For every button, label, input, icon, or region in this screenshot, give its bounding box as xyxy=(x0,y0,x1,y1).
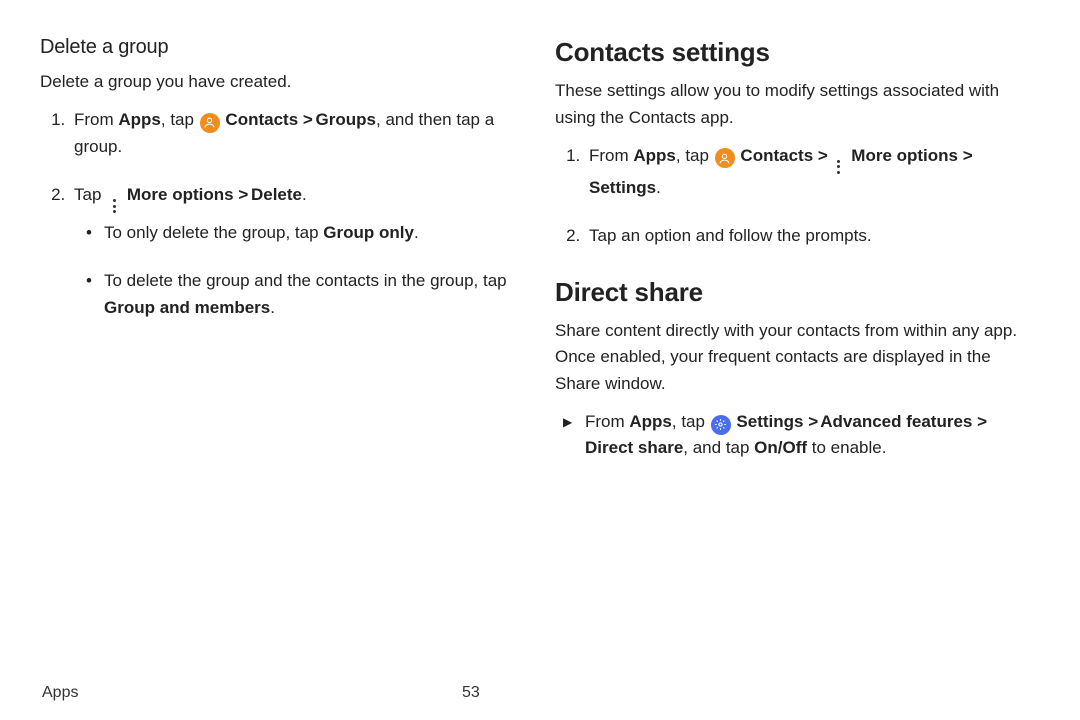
step-item: From Apps, tap Contacts > Groups, and th… xyxy=(70,107,515,160)
delete-group-heading: Delete a group xyxy=(40,32,515,63)
step-item: Tap More options > Delete. To only delet… xyxy=(70,182,515,321)
list-item: To delete the group and the contacts in … xyxy=(86,268,515,321)
contacts-settings-heading: Contacts settings xyxy=(555,32,1030,72)
contacts-icon xyxy=(715,148,735,168)
footer-page: 53 xyxy=(462,684,480,702)
settings-icon xyxy=(711,415,731,435)
delete-group-steps: From Apps, tap Contacts > Groups, and th… xyxy=(40,107,515,321)
direct-share-steps: From Apps, tap Settings > Advanced featu… xyxy=(555,409,1030,462)
more-options-icon xyxy=(108,198,120,214)
more-options-icon xyxy=(833,159,845,175)
right-column: Contacts settings These settings allow y… xyxy=(545,32,1040,702)
step-item: Tap an option and follow the prompts. xyxy=(585,223,1030,249)
delete-group-intro: Delete a group you have created. xyxy=(40,69,515,95)
direct-share-intro: Share content directly with your contact… xyxy=(555,318,1030,397)
footer-section: Apps xyxy=(42,684,462,702)
list-item: To only delete the group, tap Group only… xyxy=(86,220,515,246)
delete-group-bullets: To only delete the group, tap Group only… xyxy=(74,220,515,321)
contacts-settings-intro: These settings allow you to modify setti… xyxy=(555,78,1030,131)
page-footer: Apps 53 xyxy=(42,684,1042,702)
left-column: Delete a group Delete a group you have c… xyxy=(40,32,545,702)
contacts-icon xyxy=(200,113,220,133)
step-item: From Apps, tap Contacts > More options >… xyxy=(585,143,1030,201)
contacts-settings-steps: From Apps, tap Contacts > More options >… xyxy=(555,143,1030,250)
direct-share-heading: Direct share xyxy=(555,272,1030,312)
step-item: From Apps, tap Settings > Advanced featu… xyxy=(563,409,1030,462)
